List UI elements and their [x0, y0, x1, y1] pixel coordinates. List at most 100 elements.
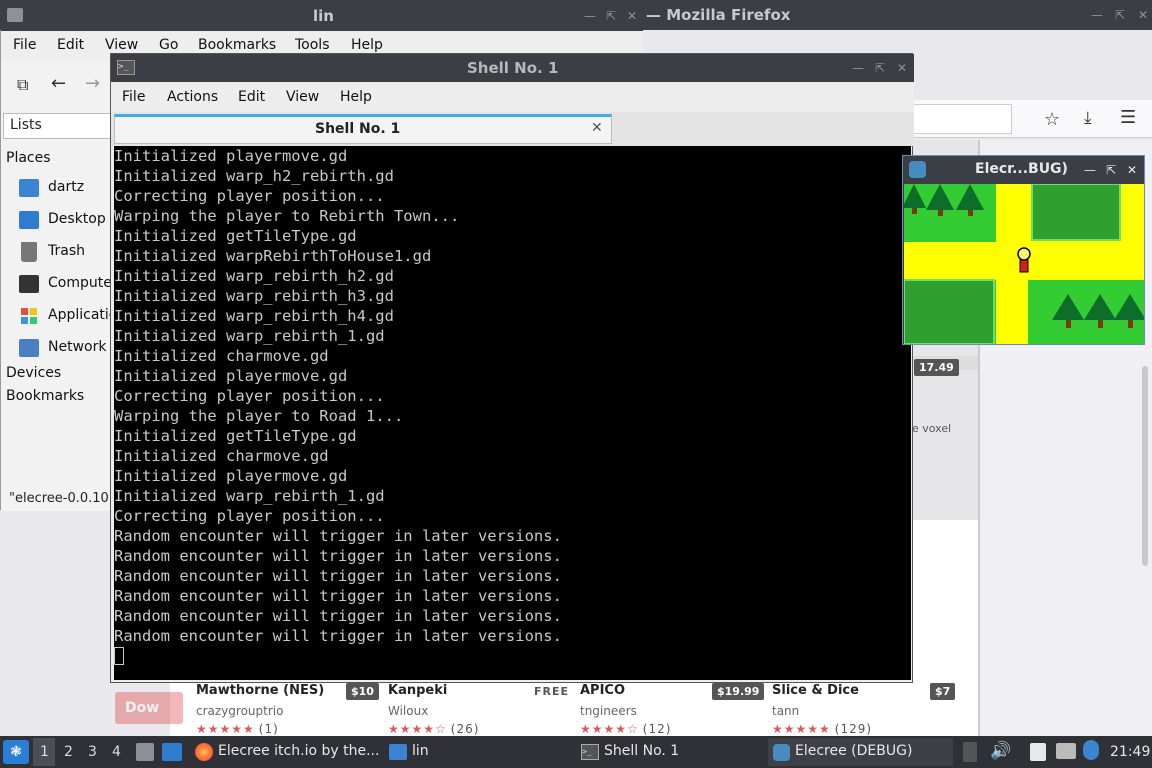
download-button[interactable]: Dow [115, 692, 183, 724]
applications-icon [21, 308, 28, 315]
close-icon[interactable]: ✕ [1136, 8, 1150, 22]
game-author[interactable]: tann [772, 704, 799, 718]
terminal-icon: >_ [117, 60, 135, 75]
file-manager-titlebar[interactable]: lin — ⇱ ✕ [1, 1, 643, 31]
places-header[interactable]: Places [6, 150, 51, 166]
maximize-icon[interactable]: ⇱ [1113, 8, 1127, 22]
show-desktop-icon[interactable] [162, 743, 182, 761]
minimize-icon[interactable]: — [851, 61, 865, 75]
terminal-line: Random encounter will trigger in later v… [114, 547, 562, 565]
file-manager-launcher-icon[interactable] [136, 743, 154, 761]
workspace-2[interactable]: 2 [64, 744, 73, 760]
devices-header[interactable]: Devices [6, 365, 61, 381]
maximize-icon[interactable]: ⇱ [1104, 163, 1118, 177]
terminal-line: Correcting player position... [114, 507, 385, 525]
maximize-icon[interactable]: ⇱ [604, 9, 618, 23]
applications-icon-part [21, 317, 28, 324]
task-godot-game[interactable]: Elecree (DEBUG) [768, 738, 953, 766]
sidebar-item-label: Applicatio [48, 307, 118, 323]
clock: 21:49 [1110, 744, 1151, 760]
menu-tools[interactable]: Tools [295, 37, 330, 53]
menu-go[interactable]: Go [159, 37, 178, 53]
free-tag: FREE [534, 685, 570, 698]
notification-icon[interactable] [1083, 740, 1099, 760]
workspace-3[interactable]: 3 [88, 744, 97, 760]
sidebar-item-desktop[interactable]: Desktop [1, 207, 111, 233]
sidebar-item-dartz[interactable]: dartz [1, 175, 111, 201]
menu-edit[interactable]: Edit [57, 37, 84, 53]
network-tray-icon[interactable] [1056, 743, 1076, 759]
terminal-line: Initialized warp_rebirth_h3.gd [114, 287, 394, 305]
minimize-icon[interactable]: — [1083, 163, 1097, 177]
workspace-1[interactable]: 1 [40, 744, 49, 760]
close-icon[interactable]: ✕ [625, 9, 639, 23]
workspace-4[interactable]: 4 [112, 744, 121, 760]
minimize-icon[interactable]: — [583, 9, 597, 23]
forward-arrow-icon[interactable]: → [85, 73, 100, 94]
terminal-line: Initialized warp_h2_rebirth.gd [114, 167, 394, 185]
sidebar-item-applications[interactable]: Applicatio [1, 303, 117, 329]
terminal-tabbar: Shell No. 1 ✕ [111, 112, 914, 146]
url-bar[interactable] [912, 104, 1012, 134]
start-menu-icon[interactable]: ❃ [3, 740, 29, 764]
task-label: lin [412, 743, 429, 759]
menu-help[interactable]: Help [351, 37, 383, 53]
rating-count: (129) [834, 722, 873, 736]
bookmarks-header[interactable]: Bookmarks [6, 388, 84, 404]
menu-edit[interactable]: Edit [238, 89, 265, 105]
game-title[interactable]: Mawthorne (NES) [196, 683, 324, 698]
game-viewport[interactable] [904, 184, 1144, 344]
close-icon[interactable]: ✕ [895, 61, 909, 75]
terminal-line: Initialized warpRebirthToHouse1.gd [114, 247, 432, 265]
sidebar-item-computer[interactable]: Compute [1, 271, 112, 297]
terminal-line: Initialized warp_rebirth_h2.gd [114, 267, 394, 285]
new-tab-icon[interactable]: ⧉ [17, 75, 28, 95]
terminal-icon: >_ [581, 744, 599, 760]
game-author[interactable]: tngineers [580, 704, 637, 718]
terminal-line: Random encounter will trigger in later v… [114, 587, 562, 605]
tab-label: Shell No. 1 [315, 121, 401, 137]
view-mode-select[interactable]: Lists [3, 113, 111, 139]
clipboard-icon[interactable] [1030, 743, 1046, 761]
back-arrow-icon[interactable]: ← [51, 73, 66, 94]
terminal-titlebar[interactable]: >_ Shell No. 1 — ⇱ ✕ [111, 54, 914, 82]
tab-close-icon[interactable]: ✕ [591, 120, 603, 136]
tab-shell-no-1[interactable]: Shell No. 1 ✕ [114, 114, 612, 144]
download-icon[interactable]: ⤓ [1084, 108, 1092, 128]
page-scrollbar[interactable] [1142, 366, 1148, 566]
menu-actions[interactable]: Actions [167, 89, 218, 105]
terminal-line: Initialized playermove.gd [114, 467, 348, 485]
sidebar-item-network[interactable]: Network [1, 335, 111, 361]
menu-file[interactable]: File [13, 37, 36, 53]
tray-scroll-icon[interactable] [963, 742, 977, 762]
menu-file[interactable]: File [122, 89, 145, 105]
close-icon[interactable]: ✕ [1125, 163, 1139, 177]
rating-stars: ★★★★★ (129) [772, 722, 873, 736]
task-firefox[interactable]: Elecree itch.io by the... [190, 738, 379, 766]
volume-icon[interactable]: 🔊 [990, 741, 1011, 761]
terminal-line: Initialized getTileType.gd [114, 427, 357, 445]
terminal-output[interactable]: Initialized playermove.gd Initialized war… [114, 146, 911, 680]
taskbar: ❃ 1 2 3 4 Elecree itch.io by the... lin … [0, 736, 1152, 768]
terminal-line: Initialized charmove.gd [114, 347, 329, 365]
game-title[interactable]: Kanpeki [388, 683, 447, 698]
task-terminal[interactable]: >_ Shell No. 1 [577, 738, 760, 766]
task-file-manager[interactable]: lin [385, 738, 565, 766]
terminal-line: Random encounter will trigger in later v… [114, 527, 562, 545]
maximize-icon[interactable]: ⇱ [873, 61, 887, 75]
hamburger-menu-icon[interactable]: ☰ [1120, 107, 1136, 128]
terminal-line: Warping the player to Rebirth Town... [114, 207, 460, 225]
game-title[interactable]: APICO [580, 683, 625, 698]
minimize-icon[interactable]: — [1090, 8, 1104, 22]
bookmark-star-icon[interactable]: ☆ [1044, 109, 1060, 130]
player-head [1017, 247, 1031, 261]
menu-bookmarks[interactable]: Bookmarks [198, 37, 276, 53]
menu-view[interactable]: View [286, 89, 319, 105]
game-author[interactable]: crazygrouptrio [196, 704, 283, 718]
sidebar-item-trash[interactable]: Trash [1, 239, 111, 265]
menu-help[interactable]: Help [340, 89, 372, 105]
game-title[interactable]: Slice & Dice [772, 683, 859, 698]
terminal-cursor [114, 647, 124, 665]
menu-view[interactable]: View [105, 37, 138, 53]
game-author[interactable]: Wiloux [388, 704, 428, 718]
